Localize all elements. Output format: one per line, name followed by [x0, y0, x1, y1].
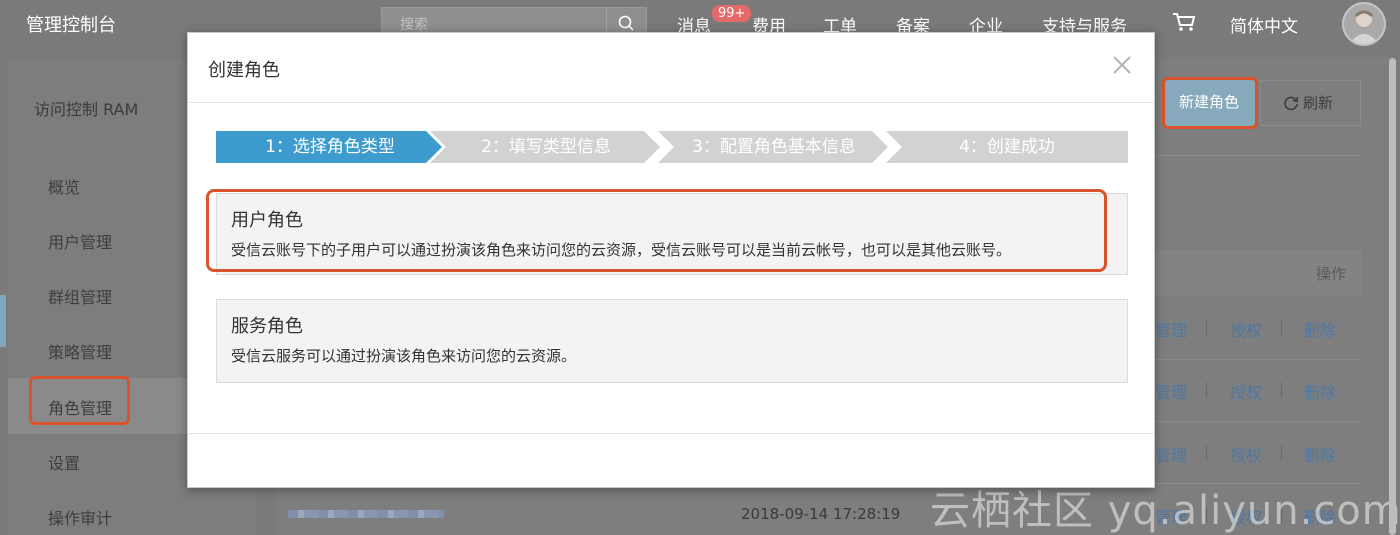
wizard-step-label: 1：选择角色类型 — [265, 137, 395, 157]
row-action-separator: | — [1279, 318, 1285, 336]
cart-icon[interactable] — [1172, 12, 1196, 32]
toolbar-divider — [1155, 155, 1362, 156]
ops-column-header: 操作 — [1316, 265, 1347, 283]
blurred-role-name — [288, 510, 444, 518]
row-authorize-link[interactable]: 授权 — [1230, 317, 1262, 341]
row-action-separator: | — [1279, 380, 1285, 398]
sidebar-item-audit[interactable]: 操作审计 — [48, 505, 112, 529]
search-icon[interactable] — [618, 15, 634, 31]
option-title: 服务角色 — [231, 316, 303, 337]
dialog-header: 创建角色 — [188, 33, 1154, 103]
row-action-separator: | — [1204, 380, 1210, 398]
wizard-step-3: 3：配置角色基本信息 — [658, 131, 890, 163]
console-brand[interactable]: 管理控制台 — [26, 11, 116, 37]
scrollbar-thumb[interactable] — [1389, 58, 1396, 535]
sidebar-item-users[interactable]: 用户管理 — [48, 229, 112, 253]
wizard-steps: 1：选择角色类型 2：填写类型信息 3：配置角色基本信息 4：创建成功 — [216, 131, 1128, 163]
option-description: 受信云服务可以通过扮演该角色来访问您的云资源。 — [231, 347, 577, 365]
row-manage-link[interactable]: 管理 — [1155, 379, 1187, 403]
avatar-icon[interactable] — [1342, 2, 1386, 46]
wizard-step-label: 2：填写类型信息 — [481, 137, 611, 157]
row-delete-link[interactable]: 删除 — [1304, 442, 1336, 466]
sidebar-title: 访问控制 RAM — [34, 100, 139, 119]
row-authorize-link[interactable]: 授权 — [1230, 442, 1262, 466]
row-action-separator: | — [1279, 443, 1285, 461]
roles-highlight-box — [29, 376, 130, 425]
refresh-icon — [1284, 96, 1299, 111]
dialog-footer-divider — [188, 433, 1154, 434]
create-role-dialog: 创建角色 1：选择角色类型 2：填写类型信息 3：配置角色基本信息 4：创建成功… — [187, 32, 1155, 488]
search-placeholder: 搜索 — [400, 17, 428, 33]
wizard-step-4: 4：创建成功 — [886, 131, 1128, 163]
wizard-step-2: 2：填写类型信息 — [430, 131, 662, 163]
row-manage-link[interactable]: 管理 — [1155, 317, 1187, 341]
wizard-step-1: 1：选择角色类型 — [216, 131, 444, 163]
user-role-highlight-box — [206, 189, 1107, 272]
wizard-step-label: 3：配置角色基本信息 — [692, 137, 856, 157]
new-role-highlight-box — [1162, 77, 1258, 129]
service-role-option[interactable]: 服务角色 受信云服务可以通过扮演该角色来访问您的云资源。 — [216, 299, 1128, 383]
messages-badge: 99+ — [712, 5, 752, 22]
row-authorize-link[interactable]: 授权 — [1230, 379, 1262, 403]
wizard-step-label: 4：创建成功 — [959, 137, 1055, 157]
row-timestamp: 2018-09-14 17:28:19 — [741, 505, 901, 523]
close-icon[interactable] — [1112, 55, 1132, 75]
row-delete-link[interactable]: 删除 — [1304, 317, 1336, 341]
row-manage-link[interactable]: 管理 — [1155, 442, 1187, 466]
left-edge-accent — [0, 295, 6, 347]
refresh-button[interactable]: 刷新 — [1260, 80, 1361, 126]
nav-language[interactable]: 简体中文 — [1230, 12, 1298, 37]
dialog-title: 创建角色 — [208, 60, 280, 81]
row-divider — [1155, 421, 1362, 422]
sidebar-item-overview[interactable]: 概览 — [48, 174, 80, 198]
sidebar-item-groups[interactable]: 群组管理 — [48, 284, 112, 308]
row-action-separator: | — [1204, 443, 1210, 461]
row-delete-link[interactable]: 删除 — [1304, 379, 1336, 403]
sidebar-item-policies[interactable]: 策略管理 — [48, 339, 112, 363]
row-action-separator: | — [1204, 318, 1210, 336]
page-scrollbar[interactable] — [1389, 58, 1397, 535]
sidebar-item-settings[interactable]: 设置 — [48, 450, 80, 474]
refresh-label: 刷新 — [1303, 94, 1334, 112]
row-divider — [1155, 359, 1362, 360]
